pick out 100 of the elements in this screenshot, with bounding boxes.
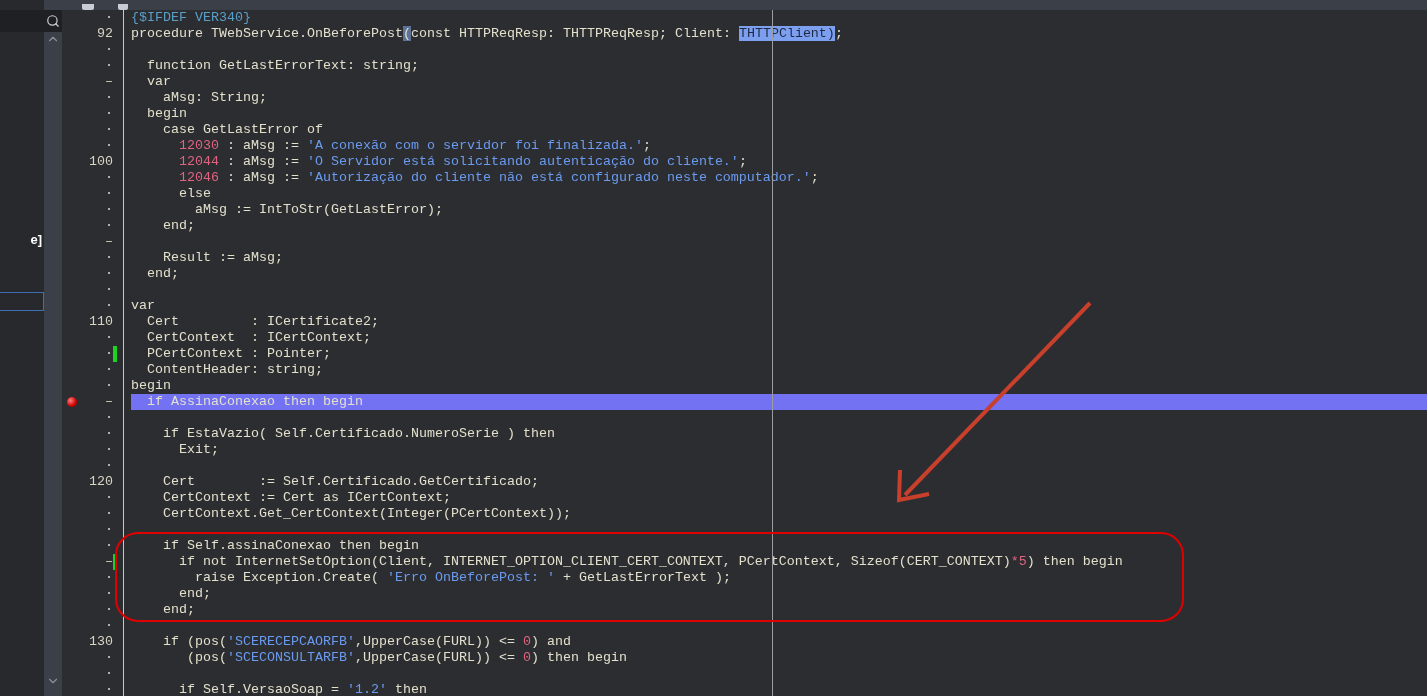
code-text: end;: [146, 266, 179, 281]
string-literal: 'SCERECEPCAORFB': [227, 634, 355, 649]
tree-item-text: e]: [29, 232, 43, 248]
line-number: ·: [104, 122, 113, 138]
code-text: procedure TWebService.OnBeforePost: [131, 26, 403, 41]
line-number: ·: [104, 538, 113, 554]
code-text: aMsg := IntToStr(GetLastError);: [194, 202, 443, 217]
code-text: ;: [642, 138, 651, 153]
line-number: ·: [104, 266, 113, 282]
line-number: ·: [104, 650, 113, 666]
string-literal: 'Erro OnBeforePost: ': [386, 570, 555, 585]
code-text: (pos(: [186, 650, 227, 665]
line-number: ·: [104, 682, 113, 696]
search-icon[interactable]: [44, 10, 62, 32]
matched-bracket: (: [402, 26, 411, 41]
line-number: 130: [88, 634, 113, 650]
line-number: ·: [104, 186, 113, 202]
code-text: Exit;: [178, 442, 219, 457]
code-text: const HTTPReqResp: THTTPReqResp; Client:: [410, 26, 732, 41]
code-text: ) then begin: [1026, 554, 1123, 569]
selected-text: THTTPClient): [738, 26, 835, 41]
code-text: end;: [162, 602, 195, 617]
code-text: CertContext : ICertContext;: [146, 330, 371, 345]
number-literal: 12030: [178, 138, 219, 153]
line-number: –: [104, 394, 113, 410]
code-text: PCertContext : Pointer;: [146, 346, 331, 361]
line-number: –: [104, 234, 113, 250]
string-literal: 'A conexão com o servidor foi finalizada.': [306, 138, 643, 153]
number-literal: *5: [1010, 554, 1027, 569]
code-text: ContentHeader: string;: [146, 362, 323, 377]
line-number: ·: [104, 618, 113, 634]
number-literal: 0: [522, 650, 531, 665]
code-text: CertContext.Get_CertContext(Integer(PCertContext));: [162, 506, 571, 521]
line-number: 100: [88, 154, 113, 170]
line-number: ·: [104, 442, 113, 458]
code-text: CertContext := Cert as ICertContext;: [162, 490, 451, 505]
line-number: ·: [104, 410, 113, 426]
code-text: case GetLastError of: [162, 122, 323, 137]
code-text: end;: [178, 586, 211, 601]
code-text: end;: [162, 218, 195, 233]
file-icon[interactable]: [118, 4, 128, 10]
code-text: begin: [146, 106, 187, 121]
code-text: if Self.VersaoSoap =: [178, 682, 340, 696]
line-number: ·: [104, 362, 113, 378]
line-number: ·: [104, 282, 113, 298]
code-text: + GetLastErrorText );: [561, 570, 731, 585]
line-number: ·: [104, 218, 113, 234]
line-number: ·: [104, 170, 113, 186]
line-number: ·: [104, 106, 113, 122]
code-text: raise Exception.Create(: [194, 570, 380, 585]
code-text: ;: [738, 154, 747, 169]
line-number: ·: [104, 138, 113, 154]
line-number: ·: [104, 202, 113, 218]
code-text: ;: [810, 170, 819, 185]
code-text: if (pos(: [162, 634, 227, 649]
line-number: ·: [104, 58, 113, 74]
line-number: ·: [104, 602, 113, 618]
code-text: aMsg: String;: [162, 90, 267, 105]
code-text: function GetLastErrorText: string;: [146, 58, 419, 73]
string-literal: 'O Servidor está solicitando autenticação do cliente.': [306, 154, 739, 169]
line-number: 110: [88, 314, 113, 330]
code-text: then: [393, 682, 427, 696]
code-text: if EstaVazio( Self.Certificado.NumeroSerie ) then: [162, 426, 555, 441]
line-number: ·: [104, 346, 113, 362]
string-literal: 'SCECONSULTARFB': [227, 650, 355, 665]
code-text: : aMsg :=: [225, 170, 300, 185]
search-field[interactable]: [0, 10, 44, 32]
breakpoint-icon[interactable]: [67, 397, 77, 407]
line-number: ·: [104, 330, 113, 346]
line-number: ·: [104, 10, 113, 26]
code-text: ,UpperCase(FURL)) <=: [354, 650, 516, 665]
line-number: ·: [104, 42, 113, 58]
line-number: ·: [104, 586, 113, 602]
line-number: 120: [88, 474, 113, 490]
line-number: ·: [104, 90, 113, 106]
line-number: –: [104, 554, 113, 570]
line-number: ·: [104, 522, 113, 538]
line-number: ·: [104, 378, 113, 394]
code-text: Result := aMsg;: [162, 250, 283, 265]
code-text: Cert : ICertificate2;: [146, 314, 379, 329]
line-number: ·: [104, 570, 113, 586]
line-number: ·: [104, 426, 113, 442]
tab-icon[interactable]: [82, 4, 94, 10]
line-number: ·: [104, 490, 113, 506]
line-number: ·: [104, 458, 113, 474]
line-number: 92: [96, 26, 113, 42]
code-text: var: [131, 298, 155, 313]
line-number: –: [104, 74, 113, 90]
number-literal: 12044: [178, 154, 219, 169]
number-literal: 12046: [178, 170, 219, 185]
code-text: ) and: [530, 634, 571, 649]
compiler-directive: {$IFDEF VER340}: [131, 10, 251, 25]
code-text: else: [178, 186, 211, 201]
line-number: ·: [104, 250, 113, 266]
line-number: ·: [104, 298, 113, 314]
code-text: ,UpperCase(FURL)) <=: [354, 634, 516, 649]
code-text: Cert := Self.Certificado.GetCertificado;: [162, 474, 539, 489]
code-text: if Self.assinaConexao then begin: [162, 538, 419, 553]
code-text: ) then begin: [530, 650, 627, 665]
code-text: if AssinaConexao then begin: [146, 394, 363, 409]
